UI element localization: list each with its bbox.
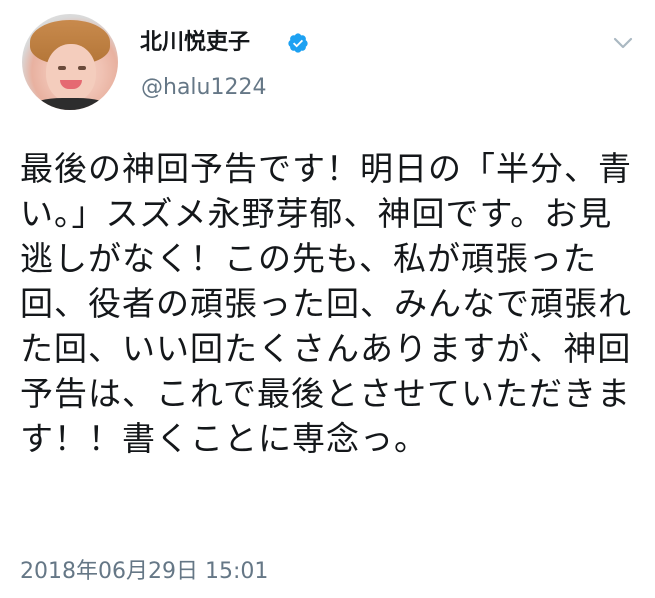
avatar-face — [46, 44, 96, 102]
verified-badge-icon — [288, 33, 308, 53]
tweet-timestamp[interactable]: 2018年06月29日 15:01 — [20, 558, 268, 586]
tweet-text: 最後の神回予告です！明日の「半分、青い。」スズメ永野芽郁、神回です。お見逃しがな… — [20, 149, 632, 458]
avatar-eye-right — [78, 66, 86, 70]
chevron-down-icon[interactable] — [606, 28, 640, 58]
chevron-down-glyph — [613, 37, 633, 49]
avatar-shirt — [32, 98, 108, 110]
display-name[interactable]: 北川悦吏子 — [140, 28, 250, 58]
user-handle[interactable]: @halu1224 — [141, 73, 266, 103]
tweet-card: 北川悦吏子 @halu1224 最後の神回予告です！明日の「半分、青い。」スズメ… — [0, 0, 655, 598]
avatar[interactable] — [22, 14, 118, 110]
avatar-eye-left — [58, 66, 66, 70]
